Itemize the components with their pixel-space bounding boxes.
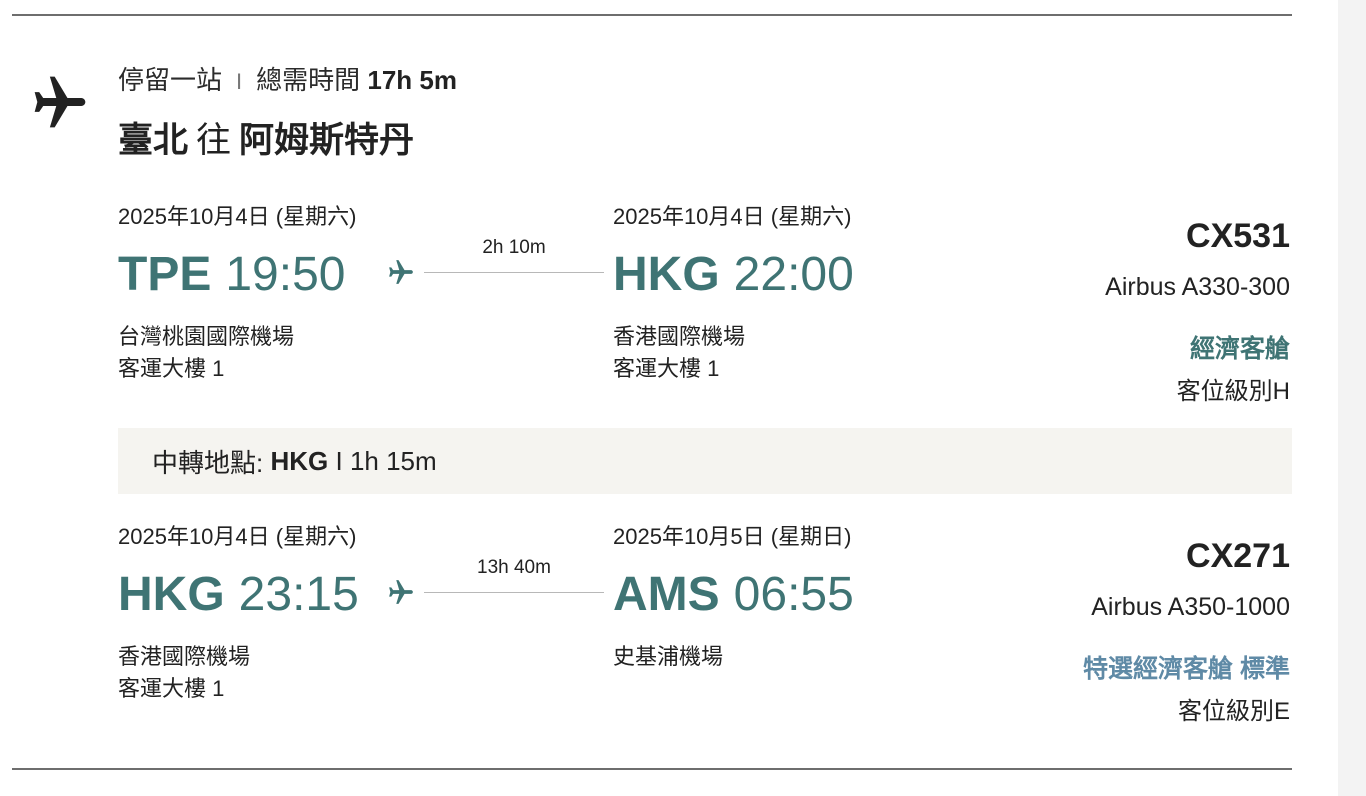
cabin-class: 經濟客艙	[1189, 335, 1290, 363]
flight-duration: 2h 10m	[482, 237, 546, 258]
arrival-date: 2025年10月5日 (星期日)	[613, 524, 852, 549]
cabin-class: 特選經濟客艙 標準	[1083, 655, 1290, 683]
stops-text: 停留一站	[118, 65, 223, 95]
transit-info: 中轉地點: HKG I 1h 15m	[118, 428, 1292, 494]
flight-number: CX531	[1186, 217, 1290, 255]
arrival-time: HKG 22:00	[613, 247, 854, 302]
route-title: 臺北往阿姆斯特丹	[118, 112, 414, 163]
transit-airport-code: HKG	[270, 445, 329, 476]
total-duration-label: 總需時間	[256, 65, 361, 95]
arrival-time: AMS 06:55	[613, 567, 854, 622]
aircraft-type: Airbus A330-300	[1105, 273, 1290, 301]
departure-clock: 19:50	[225, 248, 346, 301]
arrival-airport-code: HKG	[613, 248, 720, 301]
departure-terminal: 客運大樓 1	[118, 356, 225, 381]
departure-time: HKG 23:15	[118, 567, 359, 622]
aircraft-type: Airbus A350-1000	[1091, 593, 1290, 621]
trip-summary: 停留一站 I 總需時間 17h 5m	[118, 60, 457, 97]
departure-airport: 香港國際機場 客運大樓 1	[118, 641, 250, 705]
duration-line	[424, 592, 604, 593]
total-duration: 17h 5m	[367, 65, 457, 95]
departure-time: TPE 19:50	[118, 247, 345, 302]
departure-date: 2025年10月4日 (星期六)	[118, 204, 357, 229]
arrival-date: 2025年10月4日 (星期六)	[613, 204, 852, 229]
airplane-icon	[34, 76, 86, 128]
route-origin: 臺北	[118, 121, 189, 160]
transit-label: 中轉地點:	[152, 447, 264, 478]
departure-clock: 23:15	[238, 568, 359, 621]
departure-airport: 台灣桃園國際機場 客運大樓 1	[118, 321, 294, 385]
transit-duration: 1h 15m	[349, 445, 437, 476]
flight-duration: 13h 40m	[477, 557, 551, 578]
arrival-airport: 史基浦機場	[613, 641, 723, 673]
flight-segment-2: 2025年10月4日 (星期六) HKG 23:15 香港國際機場 客運大樓 1 …	[0, 519, 1366, 749]
departure-airport-code: TPE	[118, 248, 212, 301]
airplane-small-icon	[389, 580, 413, 604]
arrival-clock: 06:55	[733, 568, 854, 621]
arrival-terminal: 客運大樓 1	[613, 356, 720, 381]
departure-airport-name: 香港國際機場	[118, 644, 251, 669]
duration-line	[424, 272, 604, 273]
arrival-airport-name: 香港國際機場	[613, 324, 746, 349]
arrival-clock: 22:00	[733, 248, 854, 301]
arrival-airport-name: 史基浦機場	[613, 644, 724, 669]
departure-airport-name: 台灣桃園國際機場	[118, 324, 295, 349]
summary-separator: I	[236, 69, 243, 94]
departure-date: 2025年10月4日 (星期六)	[118, 524, 357, 549]
booking-class: 客位級別E	[1177, 698, 1290, 725]
booking-class: 客位級別H	[1176, 378, 1290, 405]
flight-number: CX271	[1186, 537, 1290, 575]
flight-segment-1: 2025年10月4日 (星期六) TPE 19:50 台灣桃園國際機場 客運大樓 …	[0, 199, 1366, 429]
divider-bottom	[12, 768, 1292, 770]
departure-airport-code: HKG	[118, 568, 225, 621]
airplane-small-icon	[389, 260, 413, 284]
departure-terminal: 客運大樓 1	[118, 676, 225, 701]
arrival-airport: 香港國際機場 客運大樓 1	[613, 321, 745, 385]
divider-top	[12, 14, 1292, 16]
route-destination: 阿姆斯特丹	[239, 121, 415, 160]
route-to-word: 往	[196, 121, 232, 160]
arrival-airport-code: AMS	[613, 568, 720, 621]
transit-separator: I	[335, 445, 343, 476]
